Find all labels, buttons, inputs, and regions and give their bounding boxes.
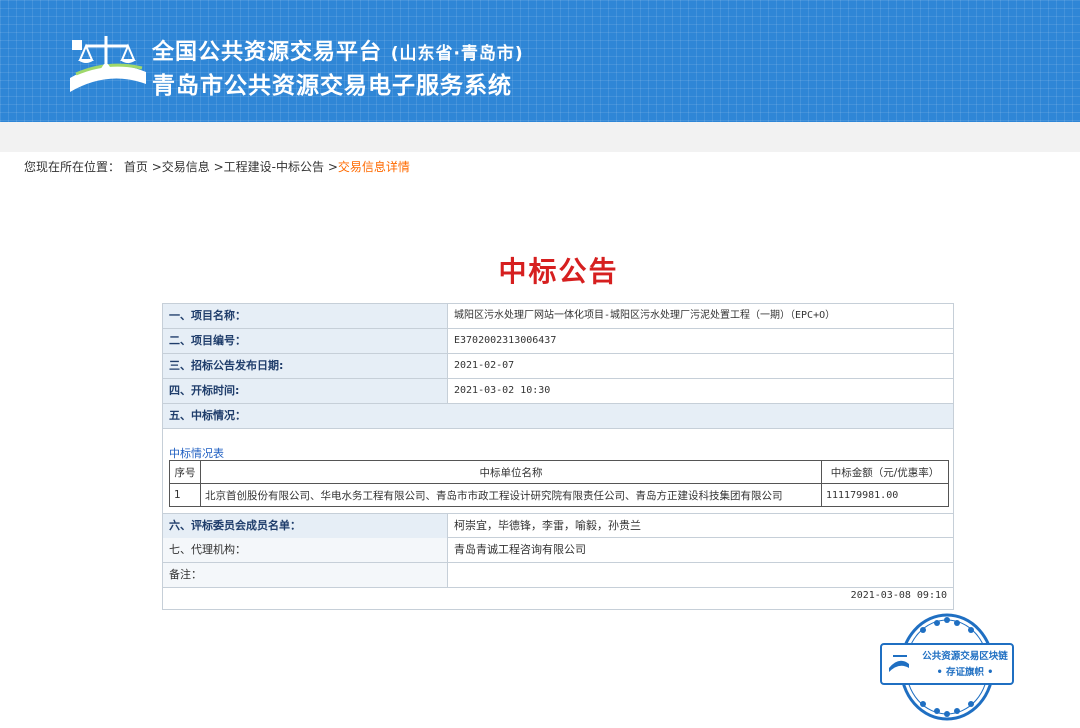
breadcrumb-separator: > [213, 160, 224, 174]
breadcrumb: 您现在所在位置： 首页 >交易信息 >工程建设-中标公告 >交易信息详情 [24, 158, 410, 175]
publish-datetime: 2021-03-08 09:10 [850, 590, 947, 601]
scales-of-justice-logo-icon [70, 36, 146, 92]
project-code-row: 二、项目编号： E3702002313006437 [163, 329, 953, 354]
agency-label: 七、代理机构： [163, 538, 448, 562]
project-name-label: 一、项目名称： [163, 304, 448, 328]
seal-text-top: 公共资源交易区块链 [922, 651, 1008, 662]
publish-date-row: 三、招标公告发布日期: 2021-02-07 [163, 354, 953, 379]
remarks-row: 备注： [163, 563, 953, 588]
award-table-caption: 中标情况表 [169, 447, 224, 460]
award-table: 序号 中标单位名称 中标金额（元/优惠率） 1 北京首创股份有限公司、华电水务工… [169, 460, 949, 507]
committee-value: 柯崇宜，毕德锋，李雷，喻毅，孙贵兰 [454, 519, 641, 532]
project-code-label: 二、项目编号： [163, 329, 448, 353]
remarks-value [448, 563, 959, 587]
award-table-header: 序号 中标单位名称 中标金额（元/优惠率） [169, 460, 949, 484]
breadcrumb-current: 交易信息详情 [337, 160, 410, 174]
seal-text-bottom-label: 存证旗帜 [945, 667, 984, 678]
breadcrumb-separator: > [151, 160, 162, 174]
award-company: 北京首创股份有限公司、华电水务工程有限公司、青岛市市政工程设计研究院有限责任公司… [200, 483, 822, 507]
award-section-row: 五、中标情况： [163, 404, 953, 429]
platform-title-main: 全国公共资源交易平台 [152, 40, 383, 65]
opening-time-label: 四、开标时间: [163, 379, 448, 403]
committee-row: 六、评标委员会成员名单： 柯崇宜，毕德锋，李雷，喻毅，孙贵兰 [163, 513, 953, 538]
remarks-label: 备注： [163, 563, 448, 587]
project-name-value: 城阳区污水处理厂网站一体化项目-城阳区污水处理厂污泥处置工程（一期）（EPC+O… [454, 310, 836, 321]
breadcrumb-separator: > [327, 160, 338, 174]
page-title: 中标公告 [498, 255, 619, 288]
blockchain-seal: 公共资源交易区块链 • 存证旗帜 • [879, 612, 1015, 722]
project-code-value: E3702002313006437 [454, 335, 557, 346]
platform-title-region: (山东省·青岛市) [390, 44, 524, 64]
opening-time-row: 四、开标时间: 2021-03-02 10:30 [163, 379, 953, 404]
award-index: 1 [169, 483, 201, 507]
agency-value: 青岛青诚工程咨询有限公司 [454, 543, 586, 556]
publish-date-value: 2021-02-07 [454, 360, 515, 371]
project-name-row: 一、项目名称： 城阳区污水处理厂网站一体化项目-城阳区污水处理厂污泥处置工程（一… [163, 304, 953, 329]
publish-date-label: 三、招标公告发布日期: [163, 354, 448, 378]
breadcrumb-trade-info-link[interactable]: 交易信息 [162, 160, 210, 174]
opening-time-value: 2021-03-02 10:30 [454, 385, 551, 396]
header-divider [0, 122, 1080, 152]
award-section-label: 五、中标情况： [163, 404, 953, 428]
notice-panel: 一、项目名称： 城阳区污水处理厂网站一体化项目-城阳区污水处理厂污泥处置工程（一… [162, 303, 954, 610]
breadcrumb-bid-notice-link[interactable]: 工程建设-中标公告 [224, 160, 324, 174]
breadcrumb-home-link[interactable]: 首页 [124, 160, 148, 174]
table-row: 1 北京首创股份有限公司、华电水务工程有限公司、青岛市市政工程设计研究院有限责任… [169, 483, 949, 507]
breadcrumb-prefix: 您现在所在位置： [24, 160, 121, 174]
committee-label: 六、评标委员会成员名单： [163, 514, 448, 538]
agency-row: 七、代理机构： 青岛青诚工程咨询有限公司 [163, 538, 953, 563]
system-title: 青岛市公共资源交易电子服务系统 [152, 73, 512, 99]
platform-title: 全国公共资源交易平台 (山东省·青岛市) [152, 34, 524, 66]
award-amount: 111179981.00 [821, 483, 949, 507]
seal-text-bottom: • 存证旗帜 • [936, 667, 994, 678]
site-header: 全国公共资源交易平台 (山东省·青岛市) 青岛市公共资源交易电子服务系统 [0, 0, 1080, 122]
col-index-header: 序号 [169, 460, 201, 484]
col-company-header: 中标单位名称 [200, 460, 822, 484]
col-amount-header: 中标金额（元/优惠率） [821, 460, 949, 484]
